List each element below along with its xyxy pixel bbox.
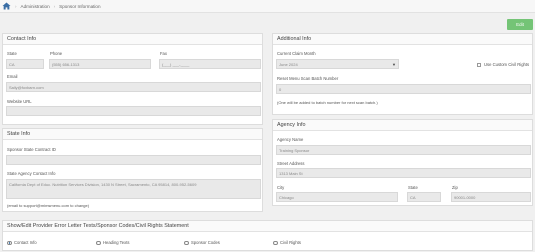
state-info-title: State Info (3, 129, 262, 140)
custom-civil-rights-label: Use Custom Civil Rights (484, 62, 530, 67)
sponsor-codes-radio[interactable] (184, 240, 189, 245)
street-label: Street Address (277, 161, 305, 166)
email-label: Email (7, 74, 18, 79)
chevron-down-icon: ▼ (392, 62, 396, 67)
claim-month-value: June 2024 (279, 61, 298, 67)
additional-info-title: Additional Info (273, 34, 532, 45)
support-note: (email to support@mimsmenu.com to change… (7, 203, 90, 208)
website-label: Website URL (7, 99, 32, 104)
agency-name-label: Agency Name (277, 137, 304, 142)
state-info-panel: State Info Sponsor State Contract ID Sta… (2, 128, 263, 212)
contract-id-field[interactable] (6, 155, 261, 165)
edit-button[interactable]: Edit (507, 19, 533, 30)
agency-name-field[interactable]: Training Sponsor (276, 145, 531, 155)
heading-texts-radio[interactable] (96, 240, 101, 245)
contact-info-title: Contact Info (3, 34, 262, 45)
zip-field[interactable]: 90001-0000 (451, 192, 531, 202)
provider-texts-panel: Show/Edit Provider Error Letter Texts/Sp… (2, 220, 533, 251)
reset-batch-note: (One will be added to batch number for n… (277, 100, 378, 105)
home-icon[interactable] (2, 2, 11, 10)
claim-month-select[interactable]: June 2024 ▼ (276, 59, 399, 69)
breadcrumb-separator: › (15, 3, 17, 9)
breadcrumb-sponsor-information: Sponsor Information (59, 3, 101, 9)
fax-label: Fax (160, 51, 167, 56)
contact-info-radio-label[interactable]: Contact Info (14, 240, 37, 245)
breadcrumb-separator: › (53, 3, 56, 9)
street-field[interactable]: 1313 Main St (276, 168, 531, 178)
contact-info-panel: Contact Info State CA Phone (555) 656-13… (2, 33, 263, 125)
civil-rights-radio-label[interactable]: Civil Rights (280, 240, 301, 245)
breadcrumb-administration[interactable]: Administration (21, 4, 50, 9)
additional-info-panel: Additional Info Current Claim Month June… (272, 33, 533, 115)
agency-contact-label: State Agency Contact Info (7, 171, 56, 176)
custom-civil-rights-checkbox[interactable] (477, 63, 481, 67)
sponsor-codes-radio-label[interactable]: Sponsor Codes (191, 240, 220, 245)
contract-id-label: Sponsor State Contract ID (7, 147, 56, 152)
reset-batch-field[interactable]: 0 (276, 84, 531, 94)
claim-month-label: Current Claim Month (277, 51, 316, 56)
website-field[interactable] (6, 106, 261, 116)
breadcrumb: › Administration › Sponsor Information (0, 0, 535, 13)
phone-field[interactable]: (555) 656-1313 (49, 59, 151, 69)
state-label: State (7, 51, 17, 56)
provider-texts-title: Show/Edit Provider Error Letter Texts/Sp… (3, 221, 532, 232)
agency-info-title: Agency Info (273, 120, 532, 131)
agency-state-field[interactable]: CA (407, 192, 441, 202)
agency-contact-field[interactable]: California Dept of Educ. Nutrition Servi… (6, 179, 261, 199)
contact-info-radio[interactable] (7, 240, 12, 245)
agency-state-label: State (408, 185, 418, 190)
agency-info-panel: Agency Info Agency Name Training Sponsor… (272, 119, 533, 206)
city-field[interactable]: Chicago (276, 192, 398, 202)
fax-field[interactable]: (___) ___-____ (159, 59, 261, 69)
reset-batch-label: Reset Menu Scan Batch Number (277, 76, 339, 81)
phone-label: Phone (50, 51, 63, 56)
civil-rights-radio[interactable] (273, 240, 278, 245)
zip-label: Zip (452, 185, 458, 190)
email-field[interactable]: Sally@foxbarn.com (6, 82, 261, 92)
heading-texts-radio-label[interactable]: Heading Texts (103, 240, 129, 245)
city-label: City (277, 185, 285, 190)
state-field[interactable]: CA (6, 59, 44, 69)
